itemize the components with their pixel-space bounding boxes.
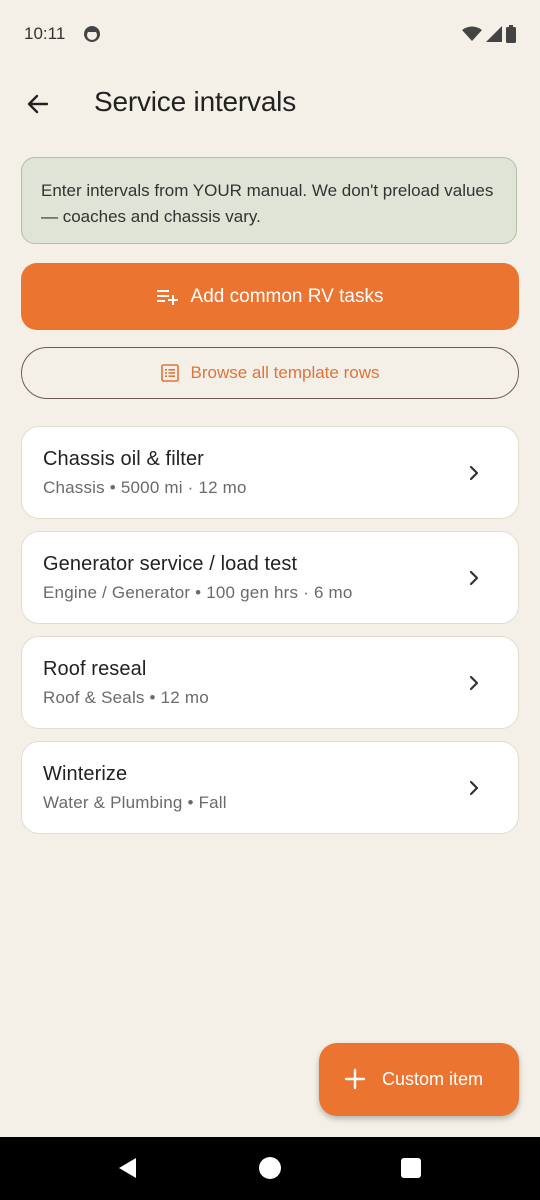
nav-home-icon[interactable] [259, 1157, 281, 1179]
chevron-right-icon [469, 465, 479, 481]
status-time: 10:11 [24, 24, 66, 43]
custom-item-label: Custom item [382, 1069, 484, 1089]
nav-back-icon[interactable] [118, 1157, 138, 1179]
back-button[interactable] [16, 82, 60, 126]
page-title: Service intervals [94, 86, 297, 117]
interval-item-subtitle: Roof & Seals • 12 mo [43, 688, 209, 707]
add-common-tasks-button[interactable]: Add common RV tasks [21, 263, 519, 330]
interval-item-subtitle: Water & Plumbing • Fall [43, 793, 227, 812]
app-notification-icon [84, 26, 100, 42]
chevron-right-icon [469, 780, 479, 796]
playlist-add-icon [156, 289, 178, 305]
app-bar: Service intervals [0, 70, 540, 140]
chevron-right-icon [469, 675, 479, 691]
nav-recents-icon[interactable] [401, 1158, 421, 1178]
interval-item-subtitle: Engine / Generator • 100 gen hrs · 6 mo [43, 583, 353, 602]
add-common-tasks-label: Add common RV tasks [190, 285, 384, 307]
interval-item-roof-reseal[interactable]: Roof reseal Roof & Seals • 12 mo [21, 636, 519, 729]
interval-item-generator-service[interactable]: Generator service / load test Engine / G… [21, 531, 519, 624]
status-icons [462, 25, 516, 43]
interval-item-title: Generator service / load test [43, 553, 298, 575]
battery-icon [506, 25, 516, 43]
interval-item-title: Chassis oil & filter [43, 448, 204, 470]
wifi-icon [462, 26, 482, 41]
info-banner: Enter intervals from YOUR manual. We don… [21, 157, 517, 244]
chevron-right-icon [469, 570, 479, 586]
interval-item-title: Winterize [43, 763, 128, 785]
list-alt-icon [160, 364, 179, 382]
interval-item-winterize[interactable]: Winterize Water & Plumbing • Fall [21, 741, 519, 834]
browse-templates-button[interactable]: Browse all template rows [21, 347, 519, 399]
interval-item-title: Roof reseal [43, 658, 147, 680]
interval-item-subtitle: Chassis • 5000 mi · 12 mo [43, 478, 247, 497]
arrow-back-icon [27, 94, 49, 114]
plus-icon [344, 1068, 366, 1090]
info-banner-text: Enter intervals from YOUR manual. We don… [41, 181, 494, 226]
status-bar: 10:11 [0, 0, 540, 70]
system-nav-bar [0, 1137, 540, 1200]
interval-item-chassis-oil[interactable]: Chassis oil & filter Chassis • 5000 mi ·… [21, 426, 519, 519]
custom-item-fab[interactable]: Custom item [319, 1043, 519, 1116]
browse-templates-label: Browse all template rows [190, 363, 380, 382]
signal-icon [486, 26, 502, 42]
